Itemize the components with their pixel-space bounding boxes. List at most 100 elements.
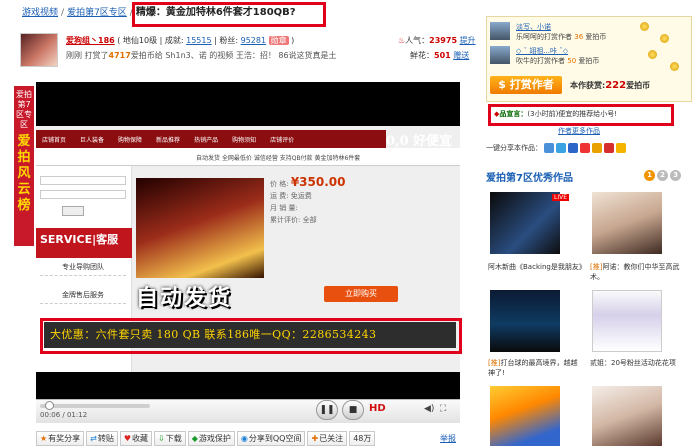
flower-label: 鲜花： bbox=[410, 51, 434, 60]
player-controls bbox=[36, 399, 460, 423]
tip-unit: 爱拍币 bbox=[576, 57, 600, 65]
video-thumbnail[interactable] bbox=[592, 386, 662, 446]
tipper-avatar[interactable] bbox=[490, 46, 510, 64]
tipper-name[interactable]: 淡写、小诺 bbox=[516, 23, 551, 31]
video-thumbnail[interactable] bbox=[490, 192, 560, 254]
stop-button[interactable]: ■ bbox=[342, 400, 364, 420]
tip-total-label: 本作获赏: bbox=[570, 81, 606, 90]
flower-stat: 鲜花：501 赠送 bbox=[410, 50, 469, 61]
video-caption[interactable]: [推]阿诺：教你们中华至高武术。 bbox=[590, 262, 686, 282]
tip-author-button[interactable]: $ 打赏作者 bbox=[490, 76, 562, 94]
zone-tag[interactable]: 爱拍第7区专区 爱拍风云榜 bbox=[14, 86, 34, 246]
shop-price-input bbox=[40, 190, 126, 199]
shop-tab: 巨人装备 bbox=[80, 137, 105, 144]
shop-search-input bbox=[40, 176, 126, 185]
shop-header: 自动发货 全网最低价 诚信经营 支持QB付款 黄金加特林6件套 bbox=[36, 148, 460, 166]
repost-icon: ⇄ bbox=[90, 434, 97, 443]
page-dot-1[interactable]: 1 bbox=[644, 170, 655, 181]
progress-handle[interactable] bbox=[44, 401, 54, 410]
shop-search-button bbox=[62, 206, 84, 216]
achievement-link[interactable]: 15515 bbox=[186, 36, 211, 45]
tipper-name[interactable]: ◇ ˇ 翊祖...咔 ˇ◇ bbox=[516, 47, 568, 55]
caption-text: 阿诺：教你们中华至高武术。 bbox=[590, 263, 680, 281]
service-item: 专业导购团队 bbox=[40, 262, 126, 276]
shop-header-text: 自动发货 全网最低价 诚信经营 支持QB付款 黄金加特林6件套 bbox=[196, 155, 361, 162]
time-display: 00:06 / 01:12 bbox=[40, 411, 88, 419]
video-thumbnail[interactable] bbox=[490, 386, 560, 446]
product-image bbox=[136, 178, 264, 278]
shield-button[interactable]: ◆游戏保护 bbox=[187, 431, 235, 446]
coin-icon bbox=[648, 50, 657, 59]
download-icon: ⇩ bbox=[158, 434, 165, 443]
star-button[interactable]: ★有奖分享 bbox=[36, 431, 85, 446]
page-dot-2[interactable]: 2 bbox=[657, 170, 668, 181]
tip-amount: 36 bbox=[574, 33, 584, 41]
tip-total-value: 222 bbox=[605, 80, 627, 91]
zone-tag-small: 爱拍第7区专区 bbox=[16, 90, 32, 129]
tipper-avatar[interactable] bbox=[490, 22, 510, 40]
declaration-text: (3小时前)便宜的推荐给小号! bbox=[527, 110, 618, 118]
shield-icon: ◆ bbox=[191, 434, 198, 443]
action-label: 已关注 bbox=[319, 434, 344, 443]
price-block: 价 格: ¥350.00 运 费: 免运费 月 销 量: 累计评价: 全部 bbox=[270, 176, 345, 226]
pause-button[interactable]: ❚❚ bbox=[316, 400, 338, 420]
qq-button[interactable]: ◉分享到QQ空间 bbox=[236, 431, 306, 446]
download-button[interactable]: ⇩下载 bbox=[154, 431, 186, 446]
fullscreen-icon[interactable]: ⛶ bbox=[440, 404, 446, 414]
caption-text: 贰姐：20号粉丝活动花花项 bbox=[590, 359, 676, 367]
fans-link[interactable]: 95281 bbox=[241, 36, 266, 45]
video-thumbnail[interactable] bbox=[592, 192, 662, 254]
progress-bar[interactable] bbox=[40, 404, 150, 408]
caption-tag: [推] bbox=[590, 263, 603, 271]
share-site-icon[interactable] bbox=[544, 143, 554, 153]
tip-entry: ◇ ˇ 翊祖...咔 ˇ◇ 吹牛的打赏作者 50 爱拍币 bbox=[516, 46, 599, 66]
breadcrumb-root-link[interactable]: 游戏视频 bbox=[22, 8, 58, 18]
follow-icon: ✚ bbox=[311, 434, 319, 443]
repost-button[interactable]: ⇄转贴 bbox=[86, 431, 118, 446]
give-flower-link[interactable]: 赠送 bbox=[453, 51, 469, 60]
shop-tab: 店铺首页 bbox=[42, 137, 67, 144]
zone-tag-big: 爱拍风云榜 bbox=[17, 134, 31, 213]
shop-tab: 购物须知 bbox=[232, 137, 257, 144]
tip-button-label: 打赏作者 bbox=[509, 78, 554, 91]
caption-text: 打台球的最高境界，越越神了! bbox=[488, 359, 578, 377]
shop-tab: 购物保障 bbox=[118, 137, 143, 144]
video-caption[interactable]: 阿木新曲《Backing是我朋友》 bbox=[488, 262, 586, 272]
share-site-icon[interactable] bbox=[604, 143, 614, 153]
follow-button[interactable]: ✚已关注 bbox=[307, 431, 348, 446]
share-site-icon[interactable] bbox=[616, 143, 626, 153]
action-label: 收藏 bbox=[132, 434, 149, 443]
highlight-box-title bbox=[132, 2, 326, 27]
report-link[interactable]: 举报 bbox=[440, 433, 456, 444]
boost-link[interactable]: 提升 bbox=[460, 36, 476, 45]
uploader-tip-line: 刚刚 打赏了4717爱拍币给 Sh1n3、诺 的视频 王浩：招！ 86说这货真是… bbox=[66, 50, 337, 61]
volume-icon[interactable]: ◀) bbox=[424, 404, 434, 414]
tip-amount: 4717 bbox=[108, 51, 131, 60]
heart-button[interactable]: ♥收藏 bbox=[119, 431, 153, 446]
video-caption[interactable]: 贰姐：20号粉丝活动花花项 bbox=[590, 358, 686, 368]
share-site-icon[interactable] bbox=[580, 143, 590, 153]
page-dot-3[interactable]: 3 bbox=[670, 170, 681, 181]
shop-tab: 店铺评价 bbox=[270, 137, 295, 144]
action-label: 转贴 bbox=[97, 434, 114, 443]
breadcrumb-zone-link[interactable]: 爱拍第7区专区 bbox=[67, 8, 127, 18]
dollar-icon: $ bbox=[498, 78, 510, 91]
tip-total: 本作获赏:222爱拍币 bbox=[570, 80, 650, 91]
shop-nav-bar: 店铺首页 巨人装备 购物保障 新品推荐 热销产品 购物须知 店铺评价 bbox=[36, 130, 386, 148]
uploader-avatar[interactable] bbox=[20, 33, 58, 67]
hd-toggle[interactable]: HD bbox=[369, 403, 386, 414]
more-works-link[interactable]: 作者更多作品 bbox=[558, 126, 600, 136]
share-site-icon[interactable] bbox=[592, 143, 602, 153]
video-thumbnail[interactable] bbox=[592, 290, 662, 352]
share-site-icon[interactable] bbox=[568, 143, 578, 153]
video-thumbnail[interactable] bbox=[490, 290, 560, 352]
uploader-name[interactable]: 爱狗组丶186 bbox=[66, 36, 115, 45]
uploader-extra: ( 地仙10级 | 成就: bbox=[117, 36, 187, 45]
recommend-title: 爱拍第7区优秀作品 bbox=[486, 173, 573, 184]
tip-amount: 50 bbox=[567, 57, 577, 65]
declaration-label: 品宣言： bbox=[499, 110, 528, 118]
price-value: ¥350.00 bbox=[290, 175, 346, 189]
share-site-icon[interactable] bbox=[556, 143, 566, 153]
buy-now-button: 立即购买 bbox=[324, 286, 398, 302]
video-caption[interactable]: [推]打台球的最高境界，越越神了! bbox=[488, 358, 584, 378]
